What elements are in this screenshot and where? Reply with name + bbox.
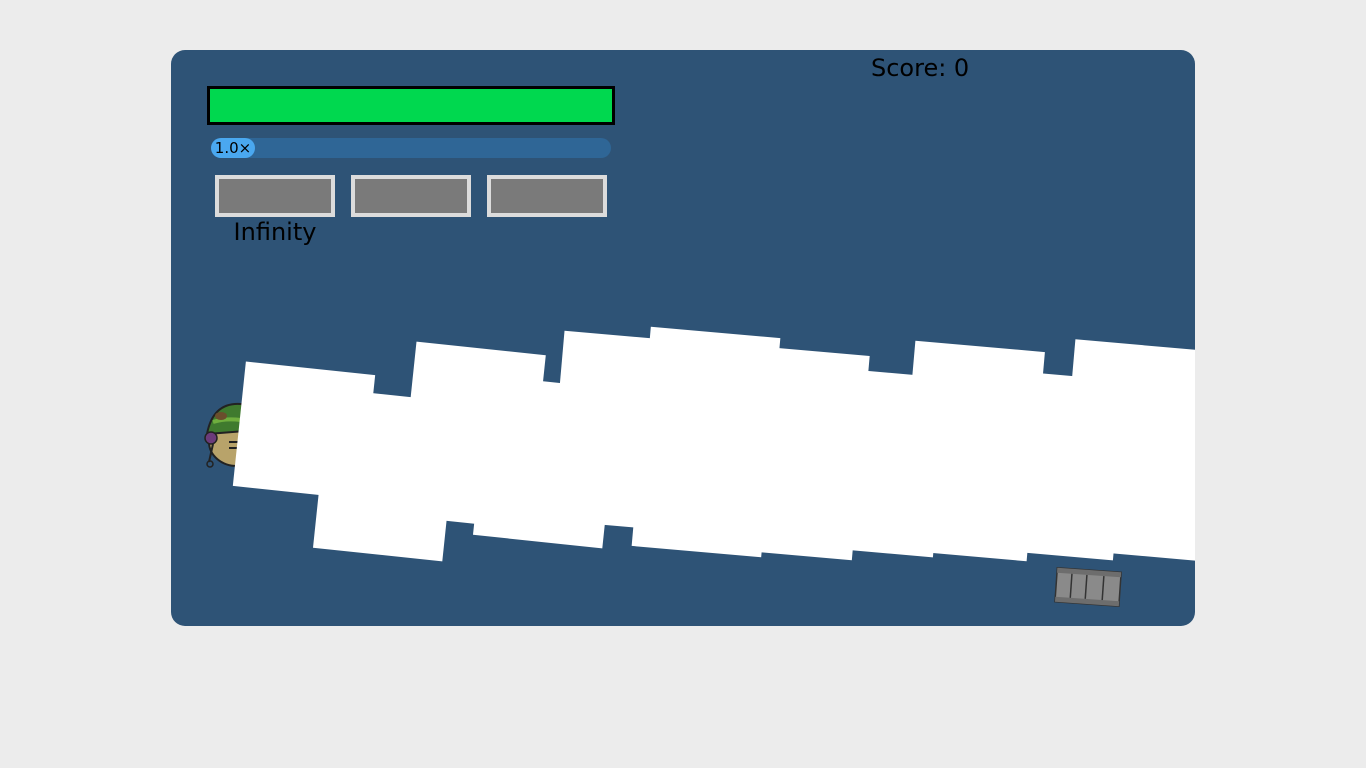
health-bar <box>207 86 615 125</box>
weapon-slot-3[interactable] <box>487 175 607 217</box>
ammo-crate-icon[interactable] <box>1053 566 1123 610</box>
weapon-slot-1[interactable] <box>215 175 335 217</box>
ammo-label: Infinity <box>233 218 317 246</box>
game-canvas[interactable]: Score: 0 1.0× Infinity <box>171 50 1195 626</box>
speed-slider[interactable]: 1.0× <box>211 138 611 158</box>
health-bar-fill <box>210 89 612 122</box>
speed-slider-thumb[interactable]: 1.0× <box>211 138 255 158</box>
cloud-block <box>1057 339 1195 561</box>
weapon-slot-2[interactable] <box>351 175 471 217</box>
score-label: Score: 0 <box>871 54 970 82</box>
